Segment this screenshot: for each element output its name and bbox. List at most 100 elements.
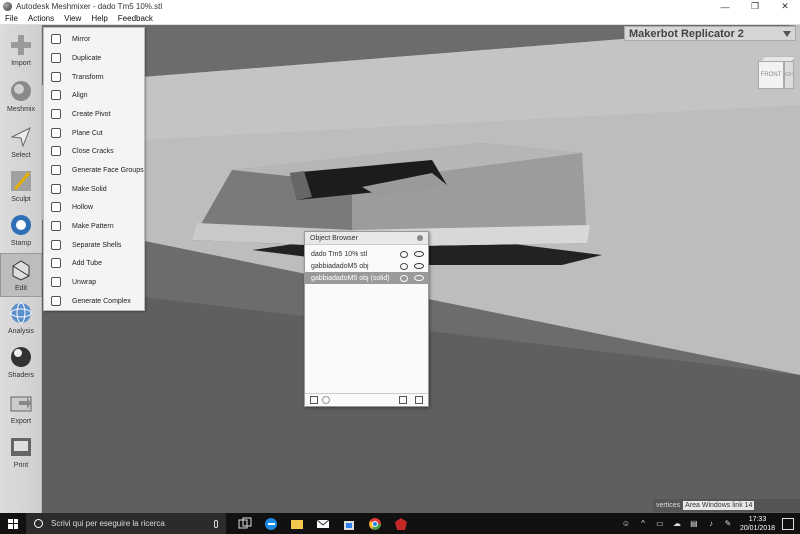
export-arrow-icon (10, 396, 32, 412)
edit-menu-duplicate[interactable]: Duplicate (44, 49, 144, 67)
menu-help[interactable]: Help (86, 13, 112, 25)
tool-analysis[interactable]: Analysis (0, 297, 42, 341)
edit-menu-make-solid[interactable]: Make Solid (44, 180, 144, 198)
task-view-icon[interactable] (238, 517, 252, 531)
microphone-icon[interactable] (214, 519, 218, 528)
edit-menu-plane-cut[interactable]: Plane Cut (44, 124, 144, 142)
edit-menu-transform[interactable]: Transform (44, 68, 144, 86)
lock-icon[interactable] (400, 250, 408, 258)
left-toolbar: Import Meshmix Select Sculpt Stamp Edit … (0, 25, 42, 513)
tool-label: Analysis (7, 328, 35, 335)
edge-icon[interactable] (264, 517, 278, 531)
mail-icon[interactable] (316, 517, 330, 531)
edit-menu-add-tube[interactable]: Add Tube (44, 254, 144, 272)
file-explorer-icon[interactable] (290, 517, 304, 531)
tool-print[interactable]: Print (0, 431, 42, 475)
menu-bar: File Actions View Help Feedback (0, 13, 800, 25)
stamp-splash-icon (11, 215, 31, 235)
menu-label: Generate Face Groups (72, 166, 144, 174)
tool-import[interactable]: Import (0, 29, 42, 73)
network-icon[interactable]: ▤ (689, 519, 699, 528)
maximize-button[interactable]: ❐ (740, 0, 770, 13)
volume-icon[interactable]: ♪ (706, 519, 716, 528)
battery-icon[interactable]: ▭ (655, 519, 665, 528)
object-row[interactable]: gabbiadadoM5 obj (305, 260, 428, 272)
chrome-icon[interactable] (368, 517, 382, 531)
store-icon[interactable] (342, 517, 356, 531)
eye-icon[interactable] (414, 262, 424, 269)
edit-menu-align[interactable]: Align (44, 86, 144, 104)
plane-cut-icon (51, 128, 61, 138)
tool-select[interactable]: Select (0, 121, 42, 165)
object-browser-header[interactable]: Object Browser (305, 232, 428, 245)
windows-logo-icon (8, 518, 18, 529)
people-icon[interactable]: ☺ (621, 519, 631, 528)
meshmixer-icon[interactable] (394, 517, 408, 531)
lock-icon[interactable] (400, 262, 408, 270)
trash-icon[interactable] (415, 396, 423, 404)
edit-menu-mirror[interactable]: Mirror (44, 30, 144, 48)
title-bar: Autodesk Meshmixer - dado Tm5 10%.stl — … (0, 0, 800, 13)
edit-menu-create-pivot[interactable]: Create Pivot (44, 105, 144, 123)
pen-icon[interactable]: ✎ (723, 519, 733, 528)
tool-label: Select (11, 152, 31, 159)
edit-menu-generate-complex[interactable]: Generate Complex (44, 292, 144, 310)
printer-icon (11, 438, 31, 456)
view-cube-right[interactable]: RIGHT (784, 61, 794, 89)
pinned-apps (238, 517, 408, 531)
edit-menu-make-pattern[interactable]: Make Pattern (44, 217, 144, 235)
lock-icon[interactable] (400, 274, 408, 282)
unwrap-icon (51, 277, 61, 287)
edit-menu-separate-shells[interactable]: Separate Shells (44, 236, 144, 254)
printer-dropdown[interactable]: Makerbot Replicator 2 (624, 26, 796, 41)
edit-menu-unwrap[interactable]: Unwrap (44, 273, 144, 291)
status-overlay: Area Windows link 14 (683, 501, 755, 510)
eye-icon[interactable] (414, 274, 424, 281)
taskbar-search[interactable]: Scrivi qui per eseguire la ricerca (26, 513, 226, 534)
panel-title: Object Browser (310, 234, 358, 242)
tool-stamp[interactable]: Stamp (0, 209, 42, 253)
edit-menu-close-cracks[interactable]: Close Cracks (44, 142, 144, 160)
tool-edit[interactable]: Edit (0, 253, 42, 297)
refresh-icon[interactable] (322, 396, 330, 404)
tube-icon (51, 258, 61, 268)
menu-file[interactable]: File (0, 13, 23, 25)
meshmix-sphere-icon (11, 81, 31, 101)
notifications-icon[interactable] (782, 517, 794, 530)
tool-meshmix[interactable]: Meshmix (0, 75, 42, 119)
object-row-selected[interactable]: gabbiadadoM5 obj (solid) (305, 272, 428, 284)
pivot-icon (51, 109, 61, 119)
menu-feedback[interactable]: Feedback (113, 13, 158, 25)
menu-label: Hollow (72, 203, 94, 211)
tool-shaders[interactable]: Shaders (0, 341, 42, 385)
onedrive-icon[interactable]: ☁ (672, 519, 682, 528)
brush-icon (11, 171, 31, 191)
close-icon[interactable] (417, 235, 423, 241)
tool-sculpt[interactable]: Sculpt (0, 165, 42, 209)
menu-view[interactable]: View (59, 13, 86, 25)
eye-icon[interactable] (414, 250, 424, 257)
edit-menu-generate-face-groups[interactable]: Generate Face Groups (44, 161, 144, 179)
object-name: gabbiadadoM5 obj (solid) (311, 274, 390, 282)
taskbar: Scrivi qui per eseguire la ricerca ☺ ^ ▭… (0, 513, 800, 534)
pattern-icon (51, 221, 61, 231)
status-label: vertices (656, 502, 681, 509)
chevron-up-icon[interactable]: ^ (638, 519, 648, 528)
close-button[interactable]: ✕ (770, 0, 800, 13)
menu-label: Align (72, 91, 88, 99)
start-button[interactable] (0, 513, 26, 534)
menu-actions[interactable]: Actions (23, 13, 59, 25)
object-name: dado Tm5 10% stl (311, 250, 368, 258)
object-row[interactable]: dado Tm5 10% stl (305, 248, 428, 260)
shader-sphere-icon (11, 347, 31, 367)
edit-menu-hollow[interactable]: Hollow (44, 198, 144, 216)
view-cube[interactable]: FRONT RIGHT (756, 55, 797, 91)
cube-icon[interactable] (310, 396, 318, 404)
view-cube-front[interactable]: FRONT (758, 61, 784, 89)
tool-export[interactable]: Export (0, 387, 42, 431)
edit-menu: Mirror Duplicate Transform Align Create … (43, 27, 145, 311)
chevron-down-icon (783, 30, 791, 37)
duplicate-icon[interactable] (399, 396, 407, 404)
minimize-button[interactable]: — (710, 0, 740, 13)
clock[interactable]: 17:33 20/01/2018 (740, 515, 775, 533)
